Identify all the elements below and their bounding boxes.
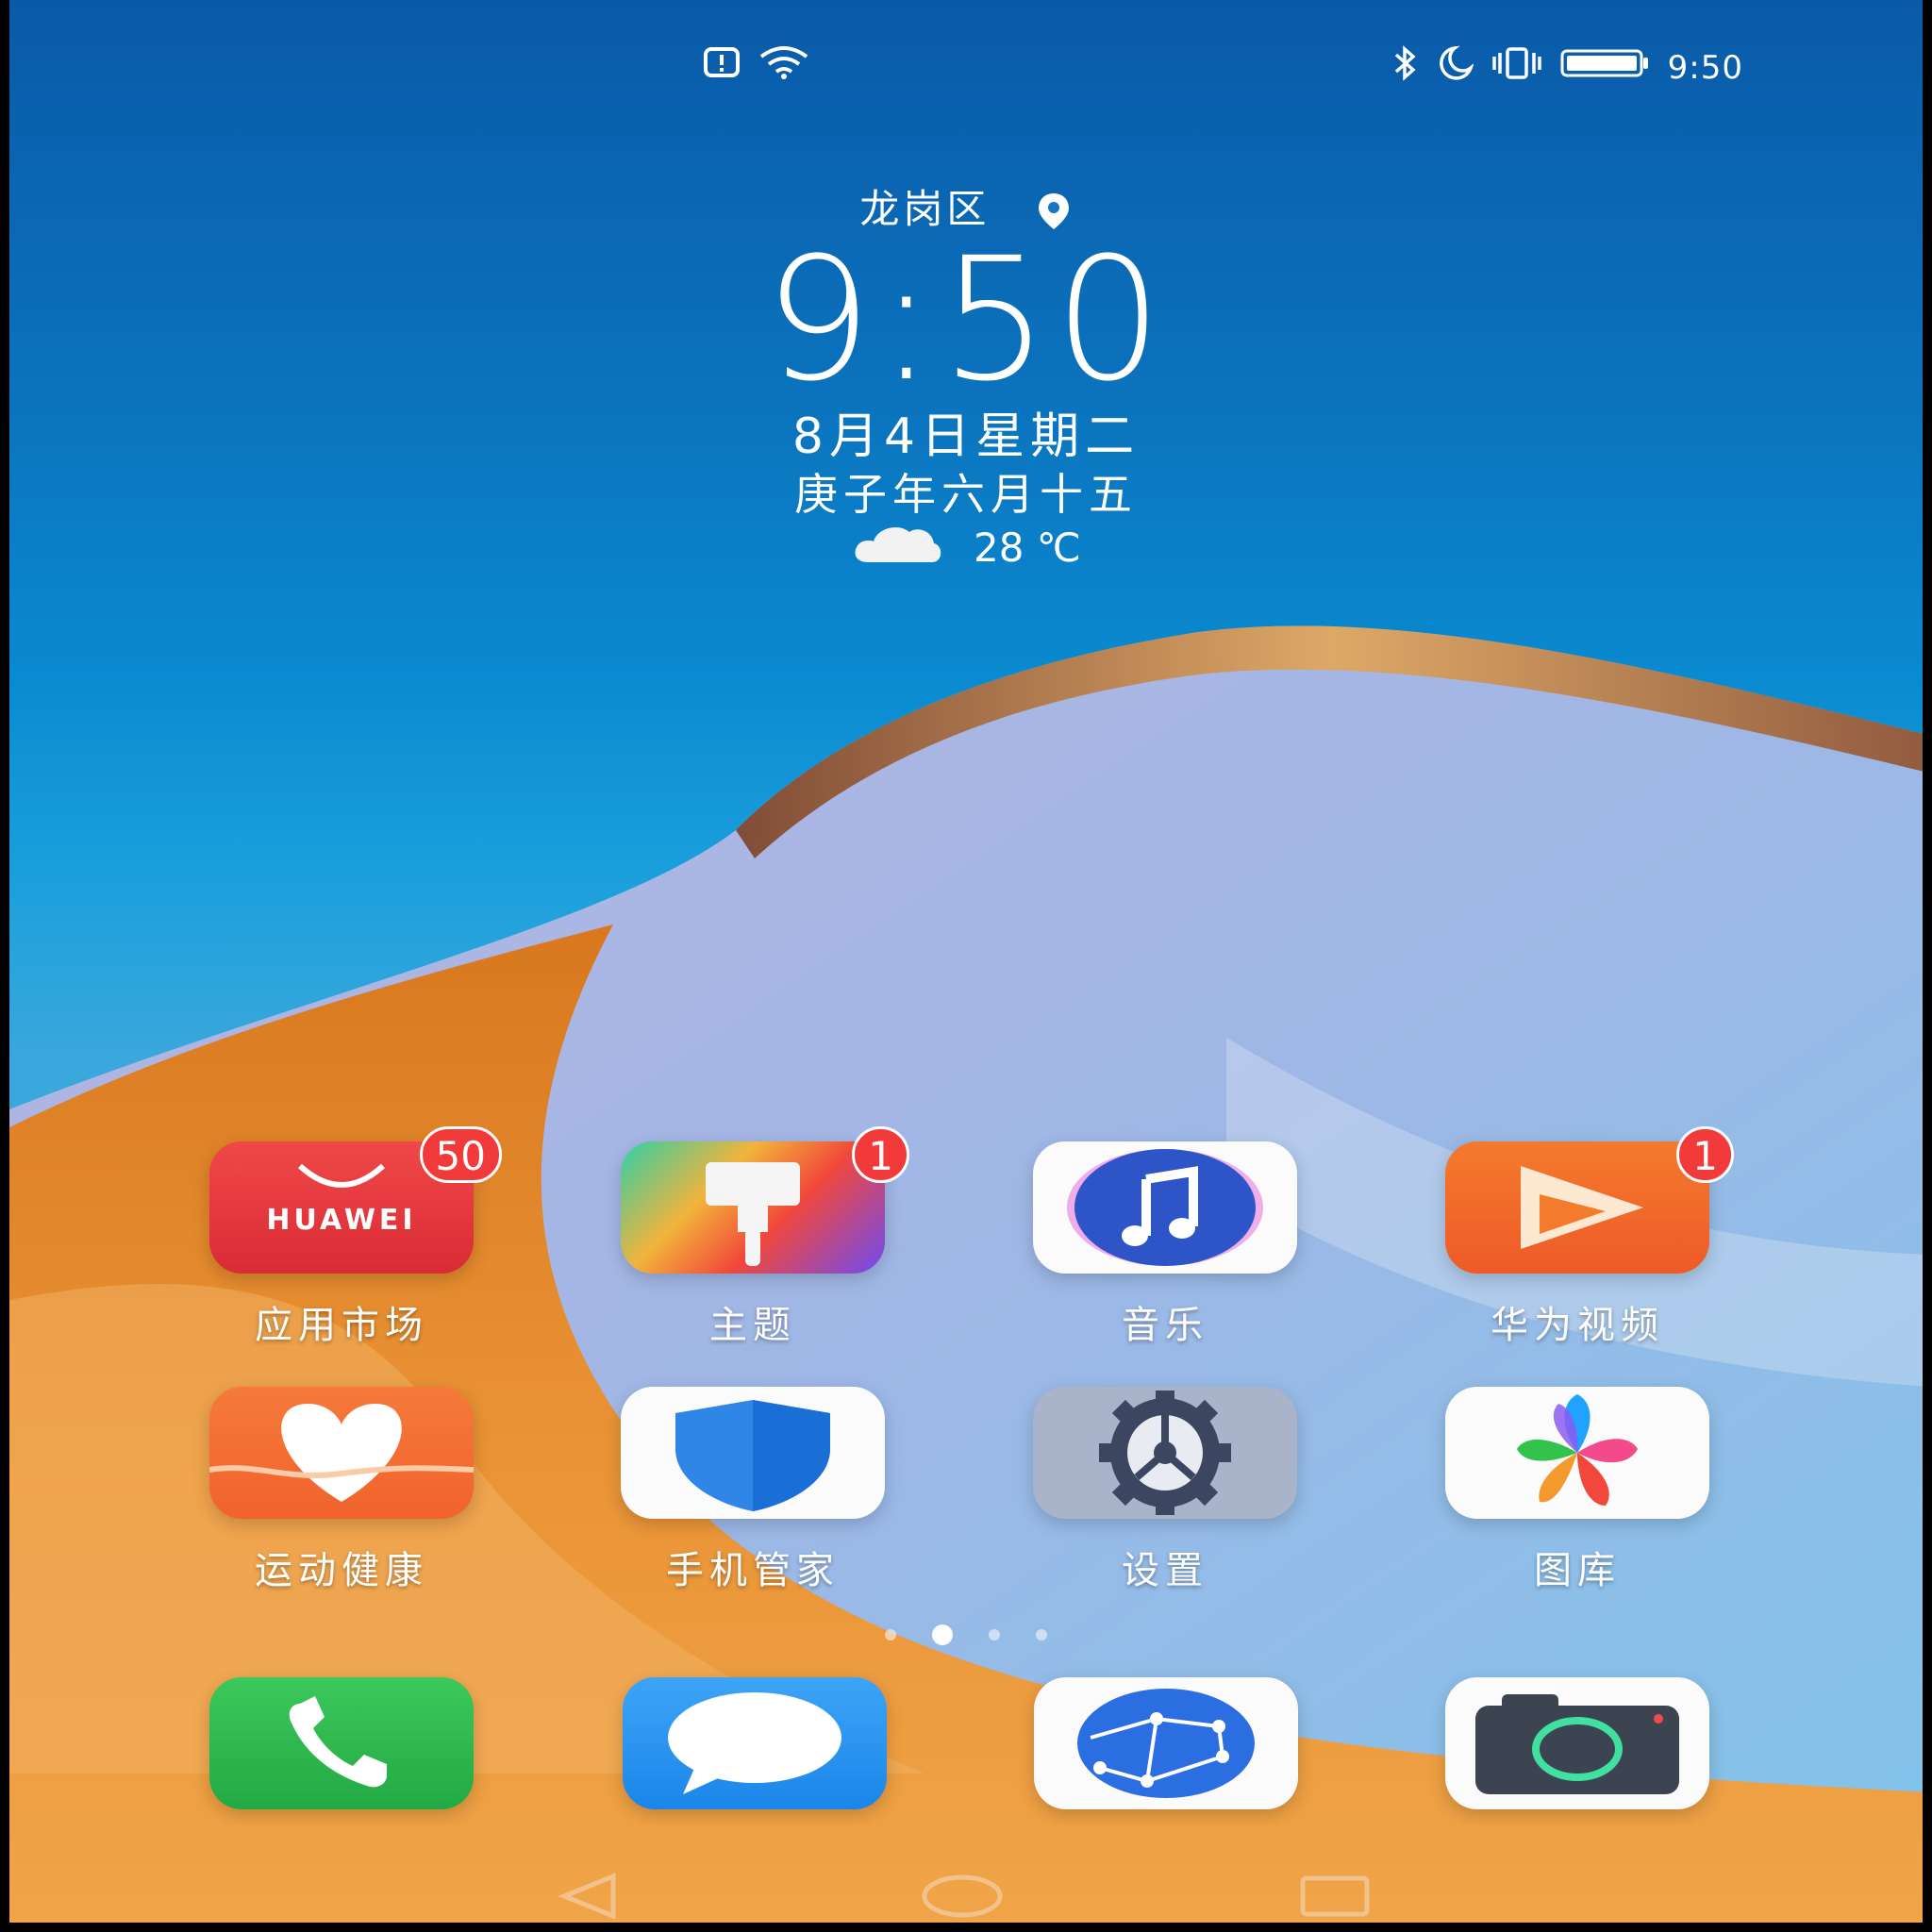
date-label: 8月4日星期二 bbox=[791, 408, 1141, 465]
alert-box-icon bbox=[703, 46, 741, 87]
camera-icon bbox=[1475, 1694, 1679, 1794]
app-settings[interactable]: 设置 bbox=[1024, 1387, 1307, 1594]
home-icon bbox=[922, 1874, 1003, 1918]
page-dot[interactable] bbox=[1036, 1629, 1047, 1641]
lunar-date-label: 庚子年六月十五 bbox=[794, 469, 1138, 520]
app-label: 运动健康 bbox=[255, 1549, 428, 1592]
temperature-label: 28 ℃ bbox=[974, 524, 1081, 571]
browser-globe-icon bbox=[1077, 1689, 1255, 1798]
page-dot-active[interactable] bbox=[932, 1624, 953, 1645]
appgallery-brand-text: HUAWEI bbox=[266, 1204, 417, 1237]
app-music[interactable]: 音乐 bbox=[1024, 1141, 1307, 1349]
cloud-icon bbox=[851, 521, 945, 574]
battery-icon bbox=[1560, 47, 1651, 88]
status-time: 9:50 bbox=[1667, 48, 1743, 87]
message-bubble-icon bbox=[668, 1692, 841, 1794]
wifi-icon bbox=[758, 45, 810, 88]
nav-home-button[interactable] bbox=[920, 1873, 1005, 1924]
page-indicator[interactable] bbox=[0, 1624, 1932, 1645]
do-not-disturb-moon-icon bbox=[1436, 45, 1474, 90]
app-huawei-video[interactable]: 1 华为视频 bbox=[1436, 1126, 1734, 1349]
app-appgallery[interactable]: HUAWEI 50 应用市场 bbox=[200, 1126, 502, 1349]
pinwheel-icon bbox=[1445, 1387, 1709, 1519]
app-label: 主题 bbox=[709, 1304, 796, 1347]
phone-icon bbox=[289, 1696, 387, 1788]
app-label: 图库 bbox=[1534, 1549, 1621, 1592]
status-bar-right: 9:50 bbox=[1391, 45, 1743, 90]
weather-row[interactable]: 28 ℃ bbox=[0, 521, 1932, 574]
app-gallery[interactable]: 图库 bbox=[1436, 1387, 1719, 1594]
heart-icon bbox=[209, 1387, 474, 1519]
nav-back-button[interactable] bbox=[557, 1873, 623, 1924]
bottom-border bbox=[0, 1923, 1932, 1932]
dock-browser[interactable] bbox=[1034, 1677, 1298, 1809]
status-bar-left bbox=[703, 45, 810, 88]
app-label: 音乐 bbox=[1122, 1304, 1208, 1347]
shield-icon bbox=[621, 1387, 885, 1519]
page-dot[interactable] bbox=[989, 1629, 1000, 1641]
app-label: 华为视频 bbox=[1491, 1304, 1664, 1347]
app-label: 设置 bbox=[1122, 1549, 1208, 1592]
bluetooth-icon bbox=[1391, 45, 1419, 90]
music-note-icon bbox=[1033, 1141, 1297, 1274]
vibrate-icon bbox=[1491, 45, 1543, 90]
clock[interactable]: 9:50 bbox=[0, 222, 1932, 419]
dock-phone[interactable] bbox=[209, 1677, 474, 1809]
app-phone-manager[interactable]: 手机管家 bbox=[611, 1387, 894, 1594]
paintbrush-icon bbox=[621, 1141, 885, 1274]
right-border bbox=[1923, 0, 1932, 1932]
notification-badge: 1 bbox=[1676, 1126, 1734, 1183]
nav-recents-button[interactable] bbox=[1297, 1873, 1373, 1924]
app-label: 应用市场 bbox=[255, 1304, 428, 1347]
app-health[interactable]: 运动健康 bbox=[200, 1387, 483, 1594]
home-screen: 9:50 龙岗区 9:50 8月4日星期二 庚子年六月十五 28 ℃ HUAWE… bbox=[0, 0, 1932, 1932]
page-dot[interactable] bbox=[885, 1629, 896, 1641]
play-icon bbox=[1445, 1141, 1709, 1274]
recents-icon bbox=[1300, 1875, 1370, 1917]
app-label: 手机管家 bbox=[666, 1549, 840, 1592]
notification-badge: 1 bbox=[852, 1126, 909, 1183]
notification-badge: 50 bbox=[419, 1126, 502, 1183]
back-icon bbox=[558, 1873, 616, 1920]
dock-messages[interactable] bbox=[623, 1677, 887, 1809]
dock-camera[interactable] bbox=[1445, 1677, 1709, 1809]
gear-icon bbox=[1033, 1387, 1297, 1519]
left-border bbox=[0, 0, 9, 1932]
app-themes[interactable]: 1 主题 bbox=[611, 1126, 909, 1349]
